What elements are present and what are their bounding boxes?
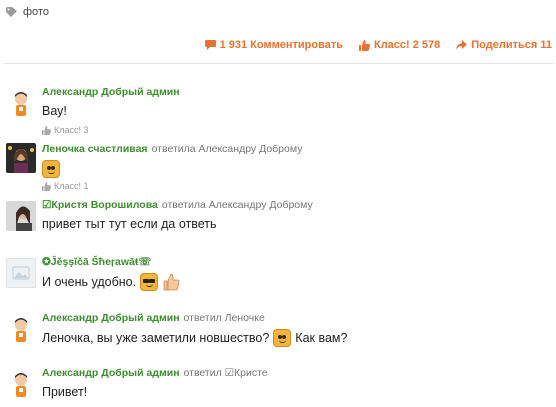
comment-author[interactable]: ✪Ĵĕşşĭčā Šħeŗawāŧ☏ (42, 256, 152, 268)
post-actions: 1 931 Комментировать Класс! 2 578 Подели… (204, 39, 552, 51)
boy-avatar[interactable] (6, 369, 36, 399)
like-button[interactable]: Класс! 2 578 (358, 39, 441, 51)
share-icon (456, 40, 468, 50)
smile-emoji (273, 329, 292, 347)
boy-avatar[interactable] (6, 314, 36, 344)
comment-text-after: Как вам? (295, 331, 348, 345)
placeholder-avatar[interactable] (6, 258, 36, 288)
thumbs-up-emoji (162, 273, 180, 291)
comment-like-label: Класс! 1 (54, 181, 89, 191)
reply-to: ответила Александру Доброму (151, 143, 303, 155)
comment-text: привет тыт тут если да ответь (42, 217, 217, 231)
share-button[interactable]: Поделиться 11 (456, 39, 552, 51)
comment-text: Вау! (42, 104, 67, 118)
comment-icon (204, 40, 216, 50)
thumb-up-icon (358, 39, 370, 51)
thumb-up-icon (42, 181, 51, 191)
photo-avatar-dark[interactable] (6, 143, 36, 173)
comment-like[interactable]: Класс! 1 (42, 181, 550, 191)
comment-like[interactable]: Класс! 3 (42, 125, 550, 135)
tag-icon (6, 7, 18, 17)
comment-text: Леночка, вы уже заметили новшество? (42, 331, 270, 345)
comment-author[interactable]: Александр Добрый админ (42, 312, 180, 324)
comment-like-label: Класс! 3 (54, 125, 89, 135)
thumb-up-icon (42, 125, 51, 135)
reply-to: ответила Александру Доброму (161, 199, 313, 211)
smile-emoji (42, 160, 60, 178)
comment-button[interactable]: 1 931 Комментировать (204, 39, 343, 51)
topic-tag[interactable]: фото (6, 6, 49, 18)
comment-author[interactable]: Леночка счастливая (42, 143, 148, 155)
sunglasses-emoji (140, 273, 159, 291)
comment-text: Привет! (42, 385, 88, 399)
boy-avatar[interactable] (6, 88, 36, 118)
reply-to: ответил Леночке (183, 312, 265, 324)
comment-text: И очень удобно. (42, 275, 137, 289)
share-button-label: Поделиться 11 (471, 39, 552, 51)
reply-to: ответил ☑Кристе (183, 367, 268, 379)
comment-author[interactable]: ☑Кристя Ворошилова (42, 199, 158, 211)
topic-tag-label: фото (23, 6, 49, 18)
divider (3, 63, 554, 64)
photo-avatar-girl[interactable] (6, 201, 36, 231)
like-button-label: Класс! 2 578 (373, 39, 441, 51)
comment-author[interactable]: Александр Добрый админ (42, 367, 180, 379)
comment-author[interactable]: Александр Добрый админ (42, 86, 180, 98)
comment-button-label: 1 931 Комментировать (219, 39, 343, 51)
